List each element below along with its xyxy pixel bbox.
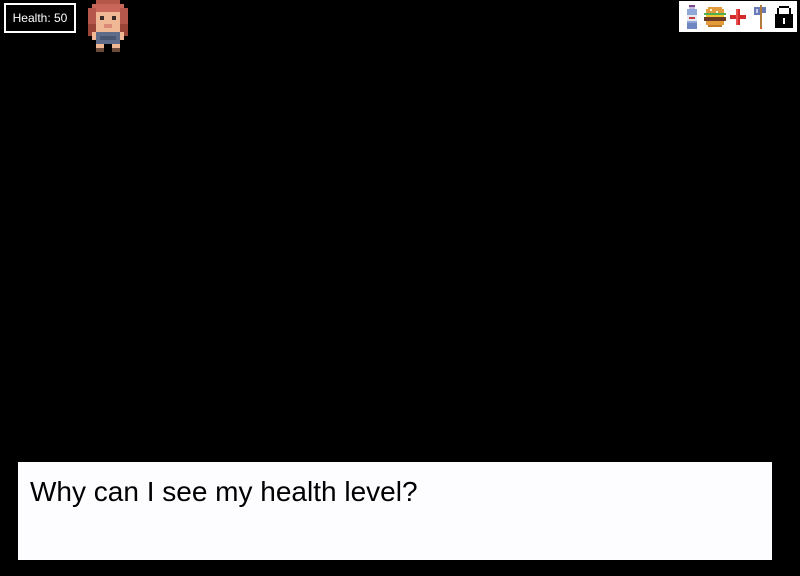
burger-icon[interactable] — [704, 3, 727, 31]
water-bottle-icon[interactable] — [681, 3, 703, 31]
health-label: Health: 50 — [12, 11, 68, 25]
axe-icon[interactable] — [750, 3, 772, 31]
medical-cross-icon[interactable] — [727, 3, 749, 31]
player-character-sprite — [84, 0, 132, 52]
padlock-icon[interactable] — [773, 3, 795, 31]
dialogue-box[interactable]: Why can I see my health level? — [18, 462, 772, 560]
inventory-bar — [679, 1, 797, 32]
health-indicator: Health: 50 — [4, 3, 76, 33]
game-screen: Health: 50 Why can I see my health level… — [0, 0, 800, 576]
dialogue-text: Why can I see my health level? — [30, 476, 418, 507]
